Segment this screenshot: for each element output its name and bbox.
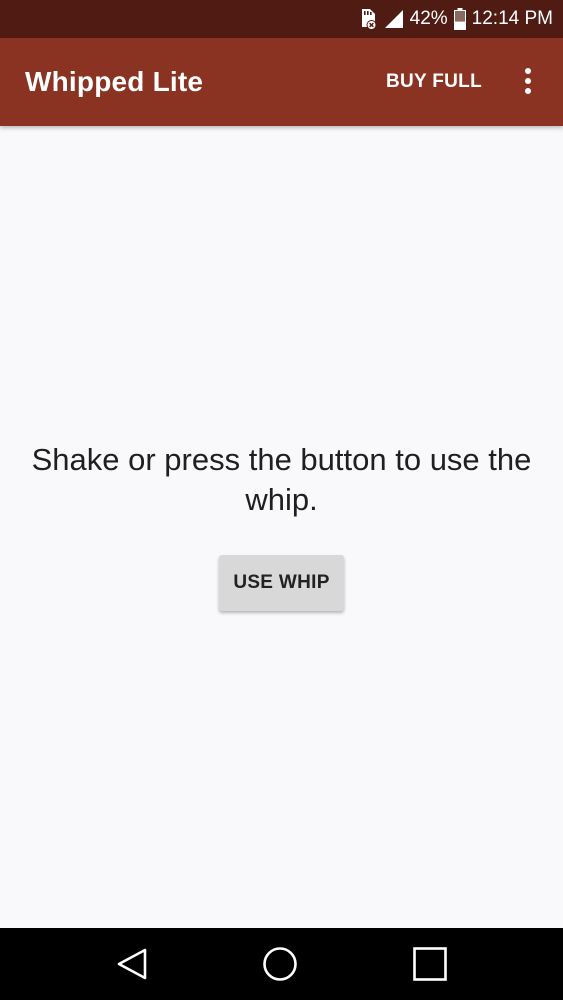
more-vert-icon [514, 68, 542, 102]
status-bar: 42% 12:14 PM [0, 0, 563, 38]
use-whip-button[interactable]: USE WHIP [219, 555, 344, 611]
back-button[interactable] [114, 946, 150, 982]
back-icon [114, 946, 150, 982]
instruction-text: Shake or press the button to use the whi… [31, 442, 532, 517]
battery-percent: 42% [409, 8, 448, 29]
buy-full-button[interactable]: BUY FULL [386, 38, 482, 126]
signal-icon [384, 9, 404, 29]
navigation-bar [0, 928, 563, 1000]
overflow-menu-button[interactable] [514, 66, 542, 98]
main-content: Shake or press the button to use the whi… [0, 126, 563, 928]
recents-icon [412, 946, 448, 982]
home-button[interactable] [262, 946, 298, 982]
recents-button[interactable] [412, 946, 448, 982]
battery-icon [453, 8, 466, 30]
clock: 12:14 PM [471, 8, 553, 29]
home-icon [262, 946, 298, 982]
app-bar: Whipped Lite BUY FULL [0, 38, 563, 126]
status-icons: 42% 12:14 PM [358, 0, 553, 38]
sd-card-error-icon [358, 7, 378, 31]
app-title: Whipped Lite [25, 66, 204, 97]
